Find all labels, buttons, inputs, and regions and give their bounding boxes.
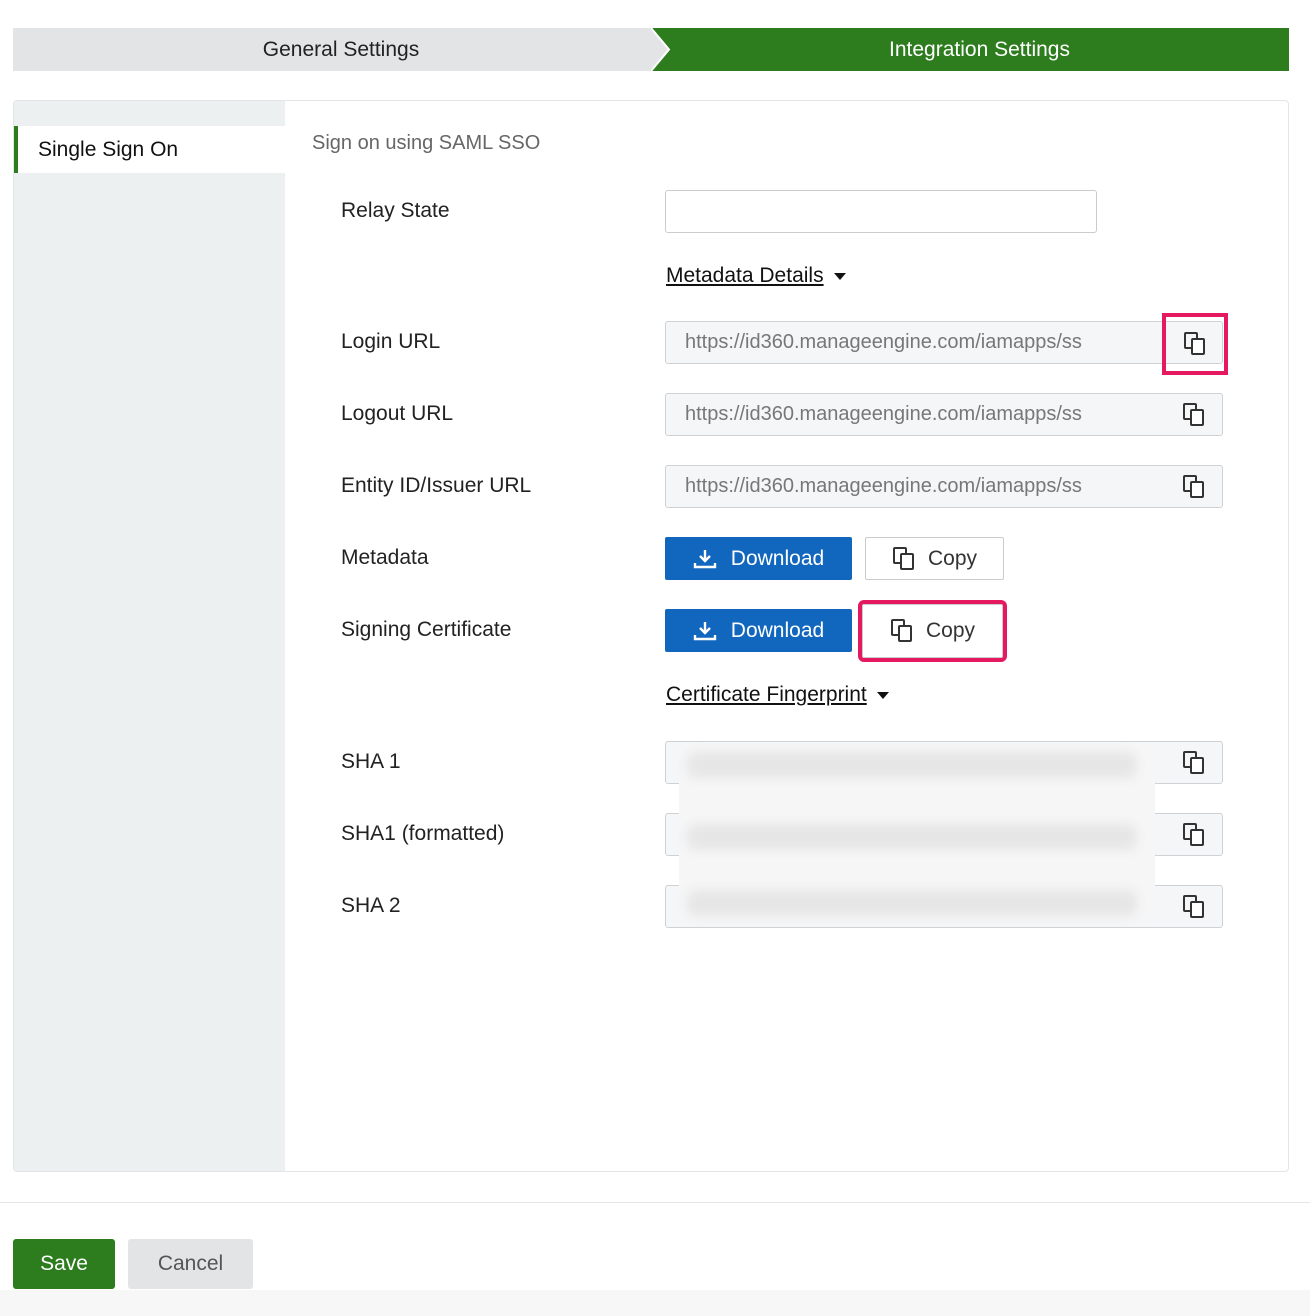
cancel-button[interactable]: Cancel (128, 1239, 253, 1289)
login-url-copy-button[interactable] (1162, 313, 1228, 375)
signing-certificate-download-label: Download (730, 618, 825, 642)
sidebar: Single Sign On (14, 101, 285, 1171)
entity-id-value: https://id360.manageengine.com/iamapps/s… (685, 475, 1082, 497)
sha1-copy-button[interactable] (1166, 742, 1222, 783)
metadata-copy-button[interactable]: Copy (865, 537, 1004, 580)
sha1-formatted-label: SHA1 (formatted) (341, 822, 505, 845)
signing-certificate-label: Signing Certificate (341, 618, 512, 641)
metadata-copy-label: Copy (927, 546, 978, 570)
save-button[interactable]: Save (13, 1239, 115, 1289)
signing-certificate-copy-label: Copy (925, 619, 976, 642)
logout-url-value: https://id360.manageengine.com/iamapps/s… (685, 403, 1082, 425)
logout-url-copy-button[interactable] (1166, 394, 1222, 435)
step-divider-chevron (651, 28, 671, 71)
sidebar-item-label: Single Sign On (38, 137, 179, 161)
wizard-stepper: General Settings Integration Settings (13, 28, 1289, 71)
signing-certificate-download-button[interactable]: Download (665, 609, 852, 652)
step-integration-settings-label: Integration Settings (889, 37, 1070, 61)
sha2-label: SHA 2 (341, 894, 401, 917)
redacted-sha1-formatted (687, 824, 1137, 850)
metadata-download-button[interactable]: Download (665, 537, 852, 580)
copy-icon (1183, 894, 1204, 918)
copy-icon (1184, 332, 1205, 355)
redacted-sha1 (687, 752, 1137, 778)
copy-icon (1183, 474, 1204, 498)
signing-certificate-copy-button[interactable]: Copy (858, 600, 1007, 662)
sha1-formatted-copy-button[interactable] (1166, 814, 1222, 855)
certificate-fingerprint-label: Certificate Fingerprint (666, 683, 867, 706)
chevron-down-icon (833, 272, 846, 280)
download-icon (693, 621, 716, 640)
login-url-value: https://id360.manageengine.com/iamapps/s… (685, 331, 1082, 353)
footer-divider (0, 1202, 1310, 1203)
step-general-settings-label: General Settings (262, 37, 420, 61)
sha2-copy-button[interactable] (1166, 886, 1222, 927)
entity-id-label: Entity ID/Issuer URL (341, 474, 532, 497)
logout-url-field[interactable]: https://id360.manageengine.com/iamapps/s… (665, 393, 1223, 436)
logout-url-label: Logout URL (341, 402, 454, 425)
section-title: Sign on using SAML SSO (312, 132, 541, 154)
copy-icon (1183, 822, 1204, 846)
metadata-download-label: Download (730, 546, 825, 570)
settings-panel: Single Sign On (13, 100, 1289, 1172)
copy-icon (892, 546, 914, 570)
relay-state-input[interactable] (665, 190, 1097, 233)
copy-icon (890, 619, 912, 642)
download-icon (693, 549, 716, 568)
metadata-details-toggle[interactable]: Metadata Details (666, 264, 846, 288)
login-url-label: Login URL (341, 330, 441, 353)
copy-icon (1183, 750, 1204, 774)
relay-state-label: Relay State (341, 199, 450, 222)
redacted-sha2 (687, 890, 1137, 916)
step-integration-settings[interactable]: Integration Settings (652, 28, 1289, 71)
sha1-label: SHA 1 (341, 750, 401, 773)
step-general-settings[interactable]: General Settings (13, 28, 669, 71)
certificate-fingerprint-toggle[interactable]: Certificate Fingerprint (666, 683, 889, 707)
footer-band (0, 1290, 1310, 1316)
sidebar-item-single-sign-on[interactable]: Single Sign On (14, 126, 285, 173)
copy-icon (1183, 402, 1204, 426)
metadata-label: Metadata (341, 546, 429, 569)
chevron-down-icon (876, 691, 889, 699)
metadata-details-label: Metadata Details (666, 264, 824, 287)
login-url-field[interactable]: https://id360.manageengine.com/iamapps/s… (665, 321, 1223, 364)
entity-id-copy-button[interactable] (1166, 466, 1222, 507)
redacted-fingerprint-overlay (679, 745, 1155, 917)
entity-id-field[interactable]: https://id360.manageengine.com/iamapps/s… (665, 465, 1223, 508)
